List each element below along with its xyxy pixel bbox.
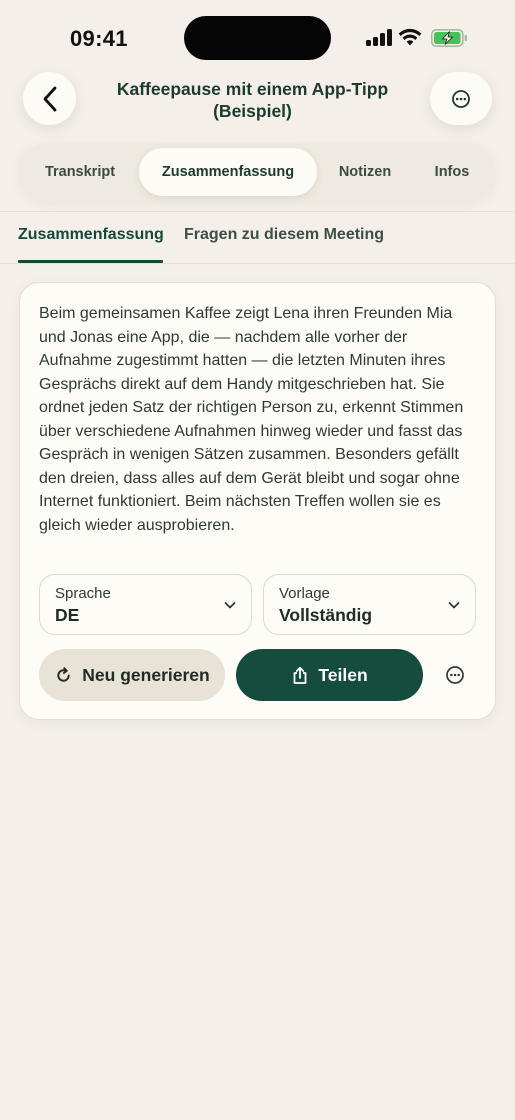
- template-select-label: Vorlage: [279, 585, 330, 602]
- tab-transkript[interactable]: Transkript: [26, 148, 134, 196]
- ellipsis-circle-icon: [452, 89, 470, 108]
- chevron-down-icon: [448, 602, 460, 609]
- language-select-value: DE: [55, 605, 80, 625]
- summary-card: Beim gemeinsamen Kaffee zeigt Lena ihren…: [19, 282, 496, 720]
- template-select[interactable]: Vorlage Vollständig: [263, 574, 476, 635]
- language-select[interactable]: Sprache DE: [39, 574, 252, 635]
- status-bar: 09:41: [0, 0, 515, 70]
- summary-text: Beim gemeinsamen Kaffee zeigt Lena ihren…: [39, 305, 464, 534]
- app-screen: 09:41 Kaffeepause mit einem App-Tipp (Be…: [0, 0, 515, 1120]
- battery-charging-icon: [431, 29, 467, 47]
- regenerate-button-label: Neu generieren: [82, 664, 210, 685]
- tab-infos[interactable]: Infos: [414, 148, 490, 196]
- header-more-button[interactable]: [430, 72, 492, 125]
- regenerate-button[interactable]: Neu generieren: [39, 649, 225, 701]
- card-more-icon[interactable]: [443, 663, 467, 687]
- divider-subtabs: [0, 263, 515, 264]
- page-title: Kaffeepause mit einem App-Tipp (Beispiel…: [90, 78, 415, 122]
- tab-notizen[interactable]: Notizen: [322, 148, 408, 196]
- share-button-label: Teilen: [318, 664, 368, 685]
- subtab-zusammenfassung[interactable]: Zusammenfassung: [18, 226, 164, 244]
- chevron-left-icon: [43, 86, 56, 111]
- tab-zusammenfassung[interactable]: Zusammenfassung: [139, 148, 317, 196]
- back-button[interactable]: [23, 72, 76, 125]
- page-title-line-2: (Beispiel): [213, 101, 292, 121]
- refresh-icon: [57, 666, 70, 682]
- cellular-signal-icon: [366, 29, 392, 46]
- status-time: 09:41: [70, 26, 128, 51]
- language-select-label: Sprache: [55, 585, 111, 602]
- main-tab-bar: Transkript Zusammenfassung Notizen Infos: [18, 143, 496, 201]
- template-select-value: Vollständig: [279, 605, 373, 625]
- page-title-line-1: Kaffeepause mit einem App-Tipp: [116, 79, 389, 99]
- chevron-down-icon: [224, 602, 236, 609]
- dynamic-island: [184, 16, 331, 60]
- wifi-icon: [398, 28, 422, 46]
- share-button[interactable]: Teilen: [236, 649, 423, 701]
- divider-top: [0, 211, 515, 212]
- subtab-fragen[interactable]: Fragen zu diesem Meeting: [184, 226, 384, 244]
- share-icon: [293, 666, 307, 684]
